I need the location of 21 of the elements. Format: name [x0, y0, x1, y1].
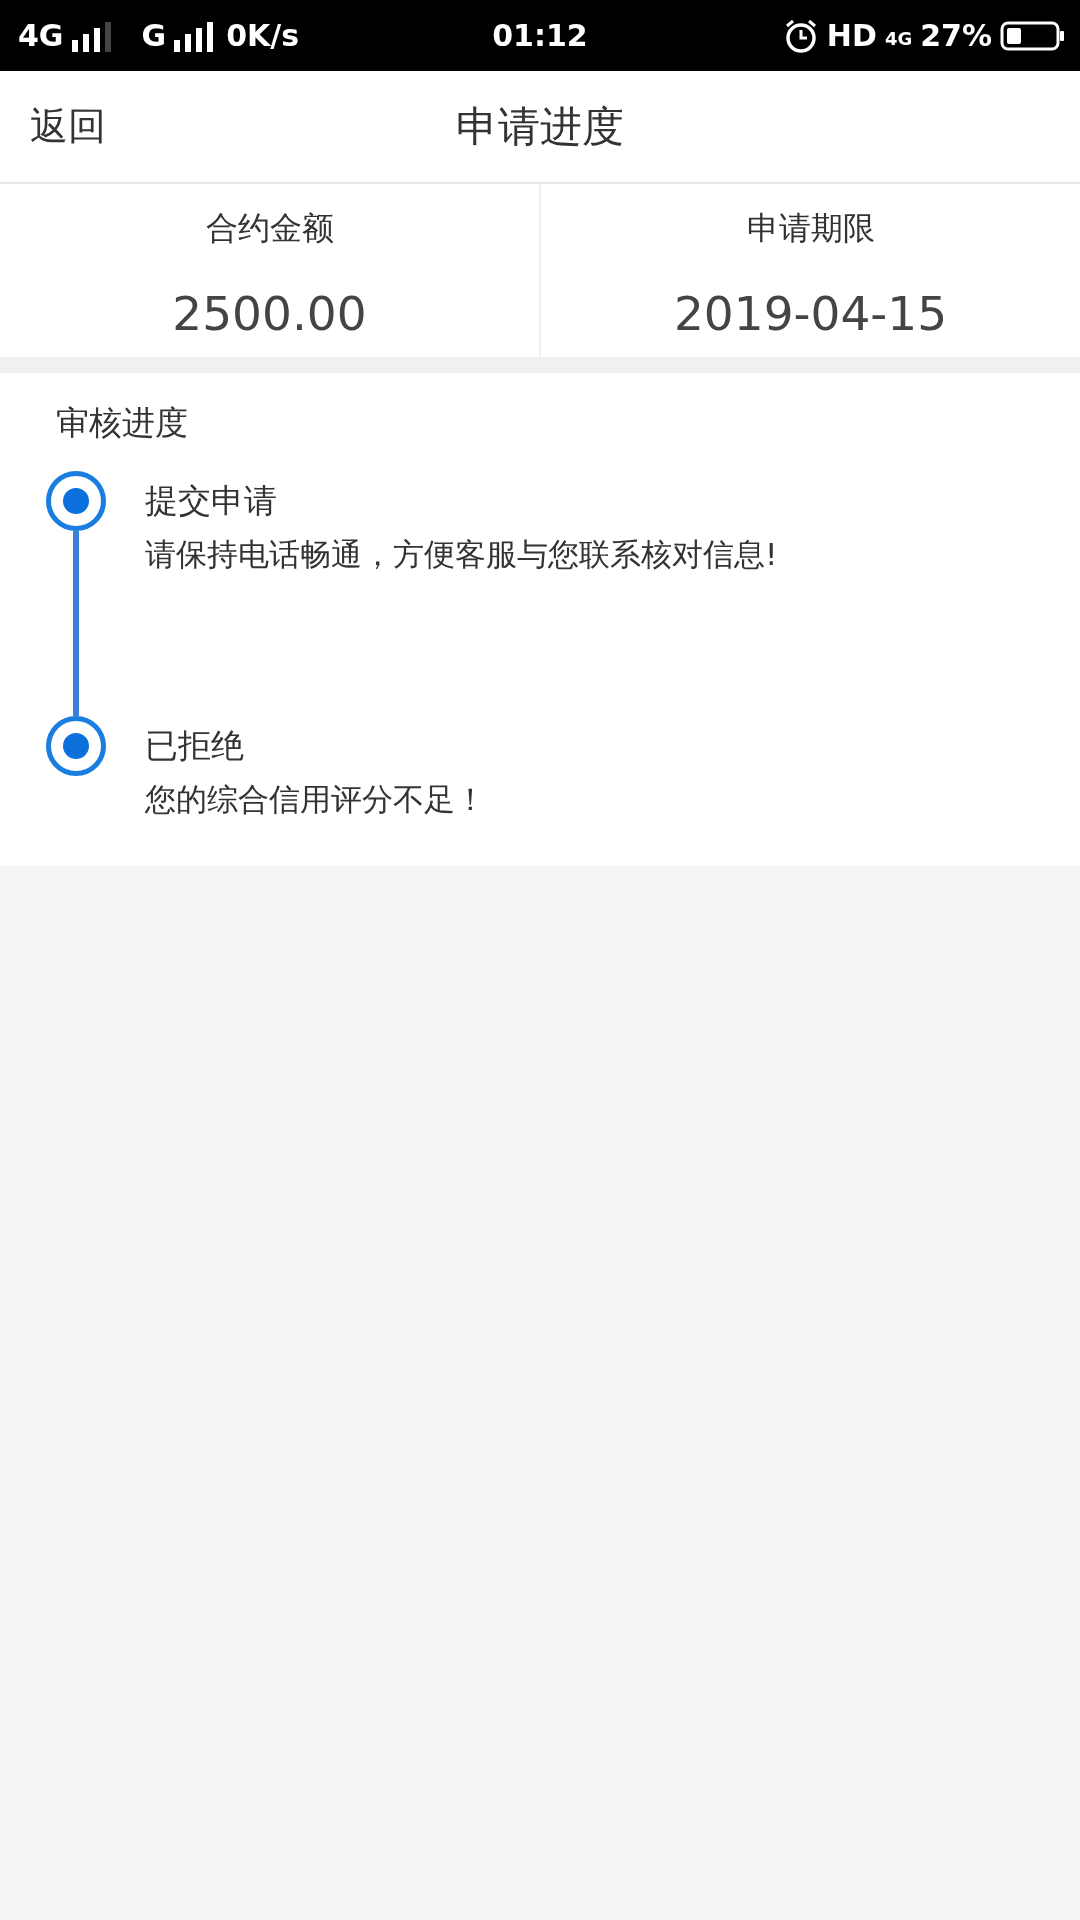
speed-label: 0K/s — [226, 18, 300, 53]
step-description: 请保持电话畅通，方便客服与您联系核对信息! — [145, 535, 778, 574]
network-label: 4G — [884, 27, 913, 49]
step-dot-icon — [46, 716, 106, 776]
battery-label: 27% — [920, 18, 992, 53]
step-dot-icon — [46, 471, 106, 531]
summary-value: 2019-04-15 — [673, 285, 948, 343]
summary-label: 合约金额 — [205, 208, 334, 249]
battery-icon — [1000, 20, 1066, 51]
step-title: 已拒绝 — [145, 725, 245, 767]
summary-label: 申请期限 — [746, 208, 875, 249]
page-title: 申请进度 — [456, 100, 624, 153]
network-label: G — [141, 18, 167, 53]
summary-value: 2500.00 — [172, 285, 367, 343]
clock: 01:12 — [492, 18, 588, 53]
back-button[interactable]: 返回 — [30, 101, 106, 152]
network-label: 4G — [18, 18, 64, 53]
step-title: 提交申请 — [145, 480, 278, 522]
section-title: 审核进度 — [56, 402, 189, 444]
step-description: 您的综合信用评分不足！ — [145, 780, 486, 819]
hd-label: HD — [826, 18, 877, 53]
